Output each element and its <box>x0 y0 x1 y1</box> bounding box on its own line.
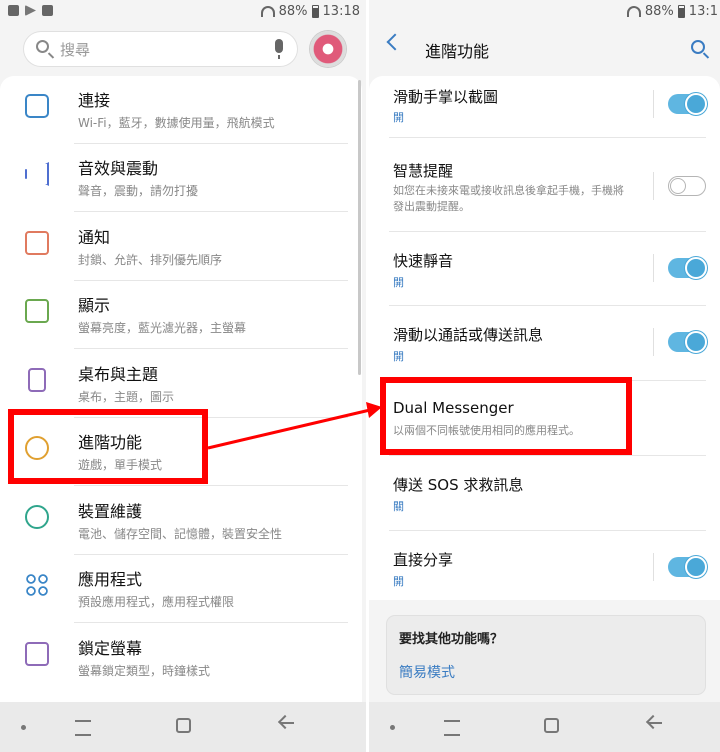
settings-item-sounds[interactable]: 音效與震動 聲音，震動，請勿打擾 <box>0 144 362 212</box>
settings-item-apps[interactable]: 應用程式 預設應用程式，應用程式權限 <box>0 555 362 623</box>
settings-item-title: 通知 <box>78 228 111 247</box>
feature-swipe-to-call[interactable]: 滑動以通話或傳送訊息 開 <box>369 306 720 381</box>
search-icon[interactable] <box>691 40 705 54</box>
home-icon[interactable] <box>176 718 191 733</box>
home-icon[interactable] <box>544 718 559 733</box>
settings-item-device-care[interactable]: 裝置維護 電池、儲存空間、記憶體，裝置安全性 <box>0 487 362 555</box>
feature-status: 關 <box>393 500 404 513</box>
display-icon <box>25 299 49 323</box>
feature-status: 開 <box>393 111 404 124</box>
navigation-bar <box>369 702 720 752</box>
feature-easy-mute[interactable]: 快速靜音 開 <box>369 232 720 306</box>
clock: 13:18 <box>322 4 360 19</box>
feature-palm-swipe-capture[interactable]: 滑動手掌以截圖 開 <box>369 76 720 138</box>
feature-title: 傳送 SOS 求救訊息 <box>393 476 524 494</box>
advanced-features-panel: 88% 13:1 進階功能 滑動手掌以截圖 開 智慧提醒 如您在未接來電或接收訊… <box>369 0 720 752</box>
settings-item-subtitle: 聲音，震動，請勿打擾 <box>78 184 199 198</box>
avatar[interactable] <box>310 31 346 67</box>
device-care-icon <box>25 505 49 529</box>
nav-dot-icon[interactable] <box>21 725 26 730</box>
feature-title: 快速靜音 <box>393 252 454 270</box>
settings-item-subtitle: 桌布，主題，圖示 <box>78 390 175 404</box>
lock-icon <box>25 642 49 666</box>
status-bar: 88% 13:18 <box>0 0 368 26</box>
search-input[interactable]: 搜尋 <box>60 39 90 60</box>
navigation-bar <box>0 702 368 752</box>
settings-item-title: 應用程式 <box>78 570 143 589</box>
microphone-icon[interactable] <box>275 39 283 59</box>
notification-icon <box>25 231 49 255</box>
wifi-icon <box>626 6 641 17</box>
wifi-icon <box>260 6 275 17</box>
feature-title: 滑動以通話或傳送訊息 <box>393 326 544 344</box>
toggle-switch[interactable] <box>668 257 707 279</box>
mail-icon <box>8 5 19 16</box>
feature-status: 開 <box>393 575 404 588</box>
settings-item-subtitle: 螢幕鎖定類型，時鐘樣式 <box>78 664 211 678</box>
settings-item-connections[interactable]: 連接 Wi-Fi，藍牙，數據使用量，飛航模式 <box>0 76 362 144</box>
scrollbar[interactable] <box>358 80 361 375</box>
speaker-icon <box>25 162 49 186</box>
recent-apps-icon[interactable] <box>444 720 460 736</box>
feature-description: 如您在未接來電或接收訊息後拿起手機，手機將發出震動提醒。 <box>393 184 624 213</box>
settings-list: 連接 Wi-Fi，藍牙，數據使用量，飛航模式 音效與震動 聲音，震動，請勿打擾 … <box>0 76 362 702</box>
clock: 13:1 <box>688 4 718 19</box>
page-title: 進階功能 <box>425 42 490 61</box>
nav-dot-icon[interactable] <box>390 725 395 730</box>
feature-title: 智慧提醒 <box>393 162 454 180</box>
back-icon[interactable] <box>280 722 294 724</box>
toggle-switch[interactable] <box>668 556 707 578</box>
battery-percent: 88% <box>644 4 674 19</box>
feature-title: 滑動手掌以截圖 <box>393 88 499 106</box>
looking-for-more-card: 要找其他功能嗎？ 簡易模式 <box>387 616 705 694</box>
feature-sos-messages[interactable]: 傳送 SOS 求救訊息 關 <box>369 456 720 531</box>
easy-mode-link[interactable]: 簡易模式 <box>399 662 455 682</box>
settings-item-notifications[interactable]: 通知 封鎖、允許、排列優先順序 <box>0 213 362 281</box>
toggle-switch[interactable] <box>668 176 706 196</box>
back-icon[interactable] <box>648 722 662 724</box>
settings-item-subtitle: 預設應用程式，應用程式權限 <box>78 595 235 609</box>
feature-direct-share[interactable]: 直接分享 開 <box>369 531 720 600</box>
play-store-icon <box>25 5 36 16</box>
search-bar[interactable]: 搜尋 <box>24 32 297 66</box>
feature-status: 開 <box>393 350 404 363</box>
battery-icon <box>677 5 685 18</box>
settings-item-title: 顯示 <box>78 296 111 315</box>
settings-panel: 88% 13:18 搜尋 連接 Wi-Fi，藍牙，數據使用量，飛航模式 音效與震… <box>0 0 368 752</box>
settings-item-title: 音效與震動 <box>78 159 159 178</box>
settings-item-subtitle: 封鎖、允許、排列優先順序 <box>78 253 223 267</box>
settings-item-subtitle: Wi-Fi，藍牙，數據使用量，飛航模式 <box>78 116 275 130</box>
highlight-box-advanced-features <box>8 409 208 484</box>
settings-item-title: 鎖定螢幕 <box>78 639 143 658</box>
feature-title: 直接分享 <box>393 551 454 569</box>
settings-item-subtitle: 螢幕亮度，藍光濾光器，主螢幕 <box>78 321 247 335</box>
search-icon <box>36 40 49 53</box>
highlight-box-dual-messenger <box>380 377 632 455</box>
feature-smart-alert[interactable]: 智慧提醒 如您在未接來電或接收訊息後拿起手機，手機將發出震動提醒。 <box>369 138 720 232</box>
toggle-switch[interactable] <box>668 93 707 115</box>
settings-item-title: 裝置維護 <box>78 502 143 521</box>
settings-item-title: 桌布與主題 <box>78 365 159 384</box>
brush-icon <box>28 368 46 392</box>
toggle-switch[interactable] <box>668 331 707 353</box>
battery-icon <box>311 5 319 18</box>
advanced-features-list: 滑動手掌以截圖 開 智慧提醒 如您在未接來電或接收訊息後拿起手機，手機將發出震動… <box>369 76 720 600</box>
more-features-question: 要找其他功能嗎？ <box>399 632 504 647</box>
settings-item-lock-screen[interactable]: 鎖定螢幕 螢幕鎖定類型，時鐘樣式 <box>0 624 362 692</box>
recent-apps-icon[interactable] <box>75 720 91 736</box>
settings-item-title: 連接 <box>78 91 111 110</box>
settings-item-display[interactable]: 顯示 螢幕亮度，藍光濾光器，主螢幕 <box>0 281 362 349</box>
battery-percent: 88% <box>278 4 308 19</box>
apps-icon <box>25 573 49 597</box>
status-bar: 88% 13:1 <box>369 0 720 26</box>
settings-item-wallpapers[interactable]: 桌布與主題 桌布，主題，圖示 <box>0 350 362 418</box>
settings-item-subtitle: 電池、儲存空間、記憶體，裝置安全性 <box>78 527 283 541</box>
back-arrow-icon[interactable] <box>386 33 404 51</box>
feature-status: 開 <box>393 276 404 289</box>
connection-icon <box>25 94 49 118</box>
youtube-icon <box>42 5 53 16</box>
